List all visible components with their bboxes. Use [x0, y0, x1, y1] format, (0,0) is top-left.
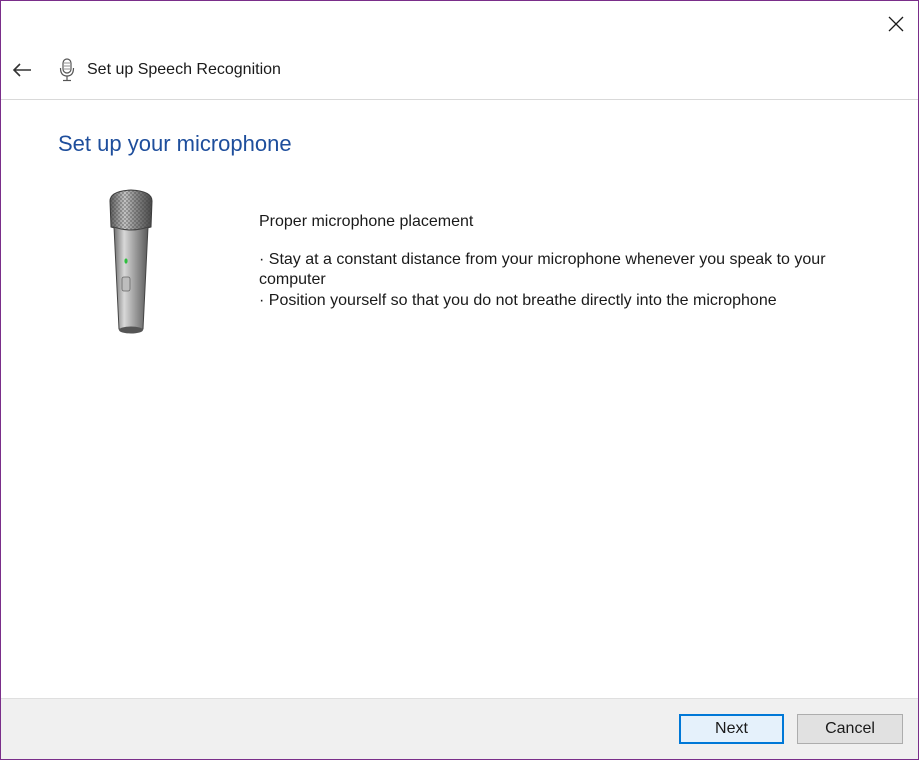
wizard-header: Set up Speech Recognition	[1, 45, 918, 100]
cancel-button[interactable]: Cancel	[797, 714, 903, 744]
handheld-microphone-icon	[105, 187, 157, 337]
arrow-left-icon	[12, 63, 31, 77]
close-icon	[888, 16, 904, 32]
speech-setup-window: Set up Speech Recognition Set up your mi…	[0, 0, 919, 760]
microphone-icon	[57, 57, 77, 83]
tip-breathing: · Position yourself so that you do not b…	[259, 292, 777, 309]
back-button[interactable]	[10, 59, 34, 81]
close-button[interactable]	[882, 11, 910, 37]
next-button[interactable]: Next	[679, 714, 784, 744]
tip-constant-distance: · Stay at a constant distance from your …	[259, 251, 826, 288]
window-title: Set up Speech Recognition	[87, 61, 281, 78]
wizard-footer: Next Cancel	[1, 698, 918, 759]
page-title: Set up your microphone	[58, 131, 292, 156]
placement-instructions: Proper microphone placement · Stay at a …	[259, 212, 869, 312]
placement-subheading: Proper microphone placement	[259, 213, 474, 230]
